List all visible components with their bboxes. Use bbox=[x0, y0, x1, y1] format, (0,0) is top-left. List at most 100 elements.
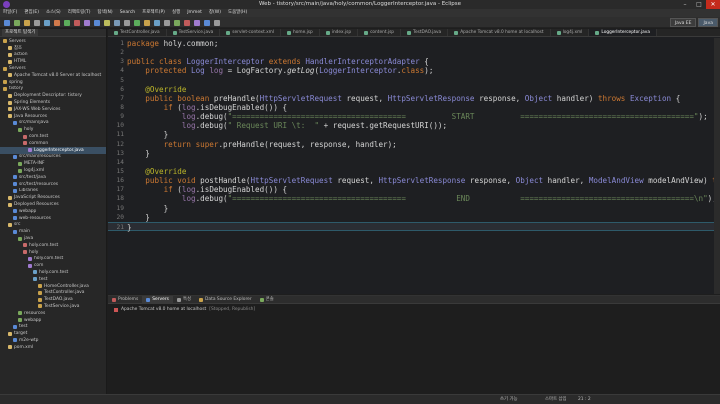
tree-item[interactable]: Libraries bbox=[0, 188, 106, 195]
tree-item[interactable]: Spring Elements bbox=[0, 99, 106, 106]
toolbar-icon[interactable] bbox=[64, 20, 70, 26]
tree-item[interactable]: HomeController.java bbox=[0, 283, 106, 290]
maximize-icon[interactable]: □ bbox=[692, 0, 706, 9]
toolbar-icon[interactable] bbox=[164, 20, 170, 26]
editor-tab[interactable]: index.jsp bbox=[320, 29, 359, 36]
toolbar-icon[interactable] bbox=[114, 20, 120, 26]
toolbar-icon[interactable] bbox=[24, 20, 30, 26]
menu-item[interactable]: Jmmet bbox=[187, 9, 202, 17]
tree-item[interactable]: Servers bbox=[0, 38, 106, 45]
toolbar-icon[interactable] bbox=[54, 20, 60, 26]
tree-item[interactable]: src/main/resources bbox=[0, 154, 106, 161]
menu-item[interactable]: 실행 bbox=[172, 9, 180, 17]
toolbar-icon[interactable] bbox=[214, 20, 220, 26]
tree-item[interactable]: holy.com.test bbox=[0, 269, 106, 276]
tree-item[interactable]: com bbox=[0, 262, 106, 269]
tree-item[interactable]: src/test/resources bbox=[0, 181, 106, 188]
toolbar-icon[interactable] bbox=[94, 20, 100, 26]
tree-item[interactable]: m2e-wtp bbox=[0, 337, 106, 344]
toolbar-icon[interactable] bbox=[14, 20, 20, 26]
editor-tab[interactable]: log4j.xml bbox=[551, 29, 590, 36]
tree-item[interactable]: TestController.java bbox=[0, 289, 106, 296]
minimize-icon[interactable]: – bbox=[678, 0, 692, 9]
code-area[interactable]: 1 package holy.common; 2 3 public class Lo… bbox=[108, 39, 720, 232]
tree-item[interactable]: holy bbox=[0, 126, 106, 133]
tree-item[interactable]: tistory bbox=[0, 86, 106, 93]
tree-item[interactable]: META-INF bbox=[0, 160, 106, 167]
menu-item[interactable]: 편집(E) bbox=[24, 9, 39, 17]
toolbar-icon[interactable] bbox=[4, 20, 10, 26]
tree-item[interactable]: src/test/java bbox=[0, 174, 106, 181]
tree-item[interactable]: JavaScript Resources bbox=[0, 194, 106, 201]
tree-item[interactable]: src bbox=[0, 222, 106, 229]
tree-item[interactable]: target bbox=[0, 330, 106, 337]
toolbar-icon[interactable] bbox=[74, 20, 80, 26]
bottom-tab[interactable]: Problems bbox=[108, 296, 142, 303]
tree-item[interactable]: log4j.xml bbox=[0, 167, 106, 174]
tree-item[interactable]: webapp bbox=[0, 317, 106, 324]
menu-item[interactable]: 프로젝트(P) bbox=[142, 9, 165, 17]
toolbar-icon[interactable] bbox=[84, 20, 90, 26]
menu-item[interactable]: 창(W) bbox=[209, 9, 221, 17]
editor-tab[interactable]: LoggerInterceptor.java bbox=[589, 29, 657, 36]
tree-item[interactable]: Apache Tomcat v8.0 Server at localhost bbox=[0, 72, 106, 79]
tree-item[interactable]: test bbox=[0, 323, 106, 330]
tree-item[interactable]: 참조 bbox=[0, 45, 106, 52]
toolbar-icon[interactable] bbox=[194, 20, 200, 26]
tree-item[interactable]: Java Resources bbox=[0, 113, 106, 120]
tree-item[interactable]: resources bbox=[0, 310, 106, 317]
tree-item[interactable]: Deployment Descriptor: tistory bbox=[0, 92, 106, 99]
menu-item[interactable]: 도움말(H) bbox=[228, 9, 247, 17]
editor-tab[interactable]: content.jsp bbox=[358, 29, 402, 36]
toolbar-icon[interactable] bbox=[34, 20, 40, 26]
toolbar-icon[interactable] bbox=[184, 20, 190, 26]
editor-tab[interactable]: TestController.java bbox=[108, 29, 167, 36]
server-row[interactable]: Apache Tomcat v8.0 home at localhost [St… bbox=[108, 304, 720, 312]
menu-item[interactable]: 탐색(N) bbox=[98, 9, 113, 17]
toolbar-icon[interactable] bbox=[174, 20, 180, 26]
tree-item[interactable]: src/main/java bbox=[0, 120, 106, 127]
menu-item[interactable]: Search bbox=[120, 9, 135, 17]
tree-item[interactable]: holy.com.test bbox=[0, 242, 106, 249]
perspective-button[interactable]: Java EE bbox=[669, 18, 697, 27]
tree-item[interactable]: com.test bbox=[0, 133, 106, 140]
tree-item[interactable]: action bbox=[0, 52, 106, 59]
tree-item[interactable]: JAX-WS Web Services bbox=[0, 106, 106, 113]
tree-item[interactable]: web-resources bbox=[0, 215, 106, 222]
menu-item[interactable]: 리팩토링(T) bbox=[68, 9, 91, 17]
bottom-tab[interactable]: 콘솔 bbox=[256, 296, 278, 303]
perspective-button[interactable]: Java bbox=[698, 18, 718, 27]
menu-item[interactable]: 소스(S) bbox=[46, 9, 61, 17]
tab-project-explorer[interactable]: 프로젝트 탐색기 bbox=[2, 29, 39, 36]
toolbar-icon[interactable] bbox=[104, 20, 110, 26]
toolbar-icon[interactable] bbox=[124, 20, 130, 26]
bottom-tab[interactable]: 특성 bbox=[173, 296, 195, 303]
editor-tab[interactable]: home.jsp bbox=[281, 29, 320, 36]
tree-item[interactable]: TestDAO.java bbox=[0, 296, 106, 303]
overview-ruler[interactable] bbox=[714, 38, 720, 294]
tree-item[interactable]: TestService.java bbox=[0, 303, 106, 310]
menu-item[interactable]: 파일(F) bbox=[3, 9, 17, 17]
editor-tab[interactable]: TestDAO.java bbox=[401, 29, 449, 36]
editor-tab[interactable]: TestService.java bbox=[167, 29, 221, 36]
tree-item[interactable]: java bbox=[0, 235, 106, 242]
tree-item[interactable]: main bbox=[0, 228, 106, 235]
editor-tab[interactable]: Apache Tomcat v8.0 home at localhost bbox=[448, 29, 551, 36]
bottom-tab[interactable]: Servers bbox=[142, 296, 173, 303]
toolbar-icon[interactable] bbox=[204, 20, 210, 26]
toolbar-icon[interactable] bbox=[154, 20, 160, 26]
tree-item[interactable]: LoggerInterceptor.java bbox=[0, 146, 106, 154]
tree-item[interactable]: spring bbox=[0, 79, 106, 86]
close-icon[interactable]: ✕ bbox=[706, 0, 720, 9]
tree-item[interactable]: common bbox=[0, 140, 106, 147]
tree-item[interactable]: Servers bbox=[0, 65, 106, 72]
tree-item[interactable]: test bbox=[0, 276, 106, 283]
tree-item[interactable]: holy bbox=[0, 249, 106, 256]
tree-item[interactable]: webapp bbox=[0, 208, 106, 215]
tree-item[interactable]: holy.com.test bbox=[0, 256, 106, 263]
toolbar-icon[interactable] bbox=[134, 20, 140, 26]
toolbar-icon[interactable] bbox=[144, 20, 150, 26]
toolbar-icon[interactable] bbox=[44, 20, 50, 26]
editor-tab[interactable]: servlet-context.xml bbox=[220, 29, 282, 36]
bottom-tab[interactable]: Data Source Explorer bbox=[195, 296, 256, 303]
